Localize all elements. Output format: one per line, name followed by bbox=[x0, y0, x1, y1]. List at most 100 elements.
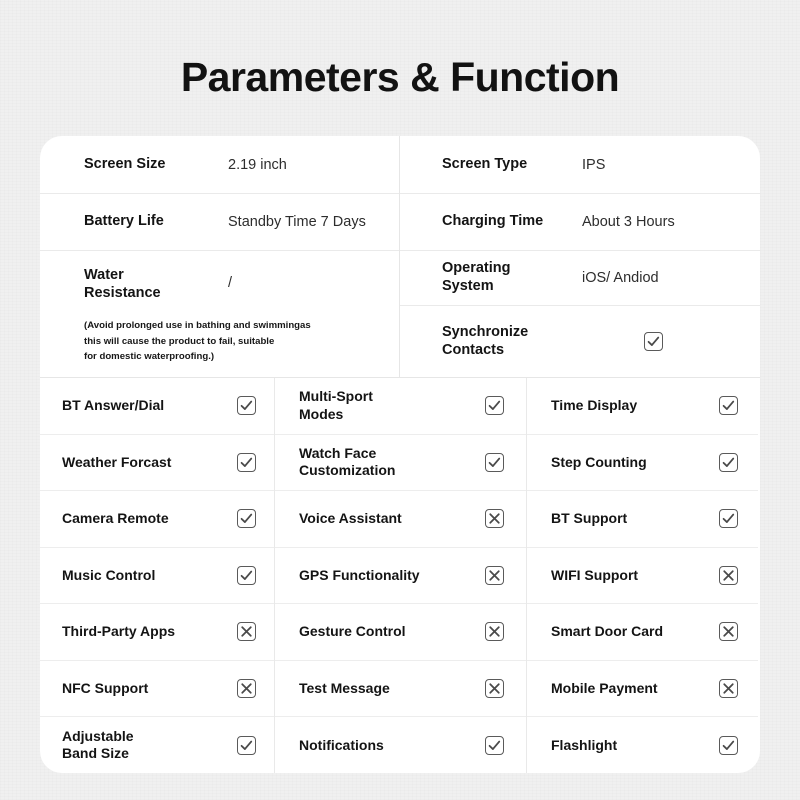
feature-row: Music Control bbox=[40, 548, 274, 604]
spec-row-charging-time: Charging Time About 3 Hours bbox=[400, 194, 760, 251]
feature-label: Weather Forcast bbox=[62, 453, 172, 470]
checkbox-crossed-icon[interactable] bbox=[237, 622, 256, 642]
features-column-2: Multi-Sport Modes Watch Face Customization V… bbox=[275, 378, 527, 773]
checkbox-checked-icon[interactable] bbox=[719, 452, 738, 472]
feature-row: NFC Support bbox=[40, 661, 274, 717]
feature-row: Test Message bbox=[275, 661, 526, 717]
feature-label-line2: Modes bbox=[299, 405, 344, 422]
checkbox-checked-icon[interactable] bbox=[237, 452, 256, 472]
checkbox-crossed-icon[interactable] bbox=[485, 622, 504, 642]
checkbox-crossed-icon[interactable] bbox=[485, 678, 504, 698]
feature-label: GPS Functionality bbox=[299, 566, 420, 583]
water-label-line2: Resistance bbox=[84, 284, 161, 301]
spec-value-screen-size: 2.19 inch bbox=[228, 156, 287, 173]
feature-label-line2: Customization bbox=[299, 462, 396, 479]
water-note-line1: (Avoid prolonged use in bathing and swim… bbox=[84, 320, 311, 332]
feature-row: Flashlight bbox=[527, 717, 758, 773]
spec-label-battery-life: Battery Life bbox=[84, 213, 164, 230]
checkbox-checked-icon[interactable] bbox=[644, 332, 663, 351]
spec-label-screen-size: Screen Size bbox=[84, 155, 166, 172]
checkbox-checked-icon[interactable] bbox=[485, 452, 504, 472]
spec-value-battery-life: Standby Time 7 Days bbox=[228, 214, 366, 230]
sync-label-line1: Synchronize bbox=[442, 323, 529, 340]
checkbox-crossed-icon[interactable] bbox=[719, 622, 738, 642]
spec-row-operating-system: Operating System iOS/ Andiod bbox=[400, 251, 760, 306]
checkbox-checked-icon[interactable] bbox=[237, 735, 256, 755]
checkbox-checked-icon[interactable] bbox=[237, 509, 256, 529]
page-title: Parameters & Function bbox=[180, 54, 620, 100]
feature-row: Notifications bbox=[275, 717, 526, 773]
checkbox-checked-icon[interactable] bbox=[485, 396, 504, 416]
feature-label: BT Support bbox=[551, 510, 628, 527]
water-resistance-note: (Avoid prolonged use in bathing and swim… bbox=[84, 318, 393, 365]
feature-label: Test Message bbox=[299, 679, 390, 696]
spec-row-screen-type: Screen Type IPS bbox=[400, 136, 760, 194]
feature-label: Mobile Payment bbox=[551, 679, 658, 696]
feature-label: Notifications bbox=[299, 736, 384, 753]
checkbox-crossed-icon[interactable] bbox=[719, 565, 738, 585]
feature-label-line1: Watch Face bbox=[299, 444, 377, 461]
sync-label-line2: Contacts bbox=[442, 341, 505, 358]
feature-label: WIFI Support bbox=[551, 566, 639, 583]
feature-row: Watch Face Customization bbox=[275, 435, 526, 491]
spec-row-screen-size: Screen Size 2.19 inch bbox=[40, 136, 399, 194]
spec-row-synchronize-contacts: Synchronize Contacts bbox=[400, 306, 760, 377]
checkbox-crossed-icon[interactable] bbox=[237, 678, 256, 698]
page-root: Parameters & Function Screen Size 2.19 i… bbox=[0, 0, 800, 800]
feature-row: Weather Forcast bbox=[40, 435, 274, 491]
specifications-section: Screen Size 2.19 inch Battery Life Stand… bbox=[40, 136, 760, 377]
feature-row: Voice Assistant bbox=[275, 491, 526, 548]
feature-row: Camera Remote bbox=[40, 491, 274, 548]
water-resistance-block: Water Resistance / (Avoid prolonged use … bbox=[84, 267, 393, 365]
features-column-1: BT Answer/Dial Weather Forcast Camera Remo… bbox=[40, 378, 275, 773]
feature-row: GPS Functionality bbox=[275, 548, 526, 604]
spec-value-water-resistance: / bbox=[228, 275, 233, 291]
checkbox-crossed-icon[interactable] bbox=[485, 509, 504, 529]
feature-row: Smart Door Card bbox=[527, 604, 758, 661]
spec-label-charging-time: Charging Time bbox=[442, 213, 544, 230]
checkbox-crossed-icon[interactable] bbox=[719, 678, 738, 698]
features-column-3: Time Display Step Counting BT Support WIFI … bbox=[527, 378, 758, 773]
specs-column-right: Screen Type IPS Charging Time About 3 Ho… bbox=[400, 136, 760, 377]
os-label-line1: Operating bbox=[442, 260, 511, 277]
feature-label: Adjustable Band Size bbox=[62, 728, 134, 763]
spec-card: Screen Size 2.19 inch Battery Life Stand… bbox=[40, 136, 760, 773]
feature-label: Third-Party Apps bbox=[62, 623, 176, 640]
feature-label: Watch Face Customization bbox=[299, 445, 395, 480]
spec-label-water-resistance: Water Resistance bbox=[84, 267, 202, 302]
spec-row-water-resistance: Water Resistance / (Avoid prolonged use … bbox=[40, 251, 399, 377]
checkbox-checked-icon[interactable] bbox=[485, 735, 504, 755]
checkbox-checked-icon[interactable] bbox=[719, 396, 738, 416]
spec-value-operating-system: iOS/ Andiod bbox=[582, 270, 659, 286]
feature-label: Camera Remote bbox=[62, 510, 169, 527]
checkbox-checked-icon[interactable] bbox=[237, 396, 256, 416]
water-label-line1: Water bbox=[84, 267, 124, 283]
checkbox-checked-icon[interactable] bbox=[719, 735, 738, 755]
feature-label: Voice Assistant bbox=[299, 510, 402, 527]
water-note-line3: for domestic waterproofing.) bbox=[84, 351, 215, 363]
feature-label-line1: Multi-Sport bbox=[299, 388, 373, 405]
feature-label: Smart Door Card bbox=[551, 623, 664, 640]
feature-label: Music Control bbox=[62, 566, 156, 583]
feature-label: BT Answer/Dial bbox=[62, 397, 165, 414]
feature-row: Gesture Control bbox=[275, 604, 526, 661]
spec-row-battery-life: Battery Life Standby Time 7 Days bbox=[40, 194, 399, 251]
feature-row: Mobile Payment bbox=[527, 661, 758, 717]
feature-row: BT Support bbox=[527, 491, 758, 548]
spec-label-synchronize-contacts: Synchronize Contacts bbox=[442, 324, 560, 359]
feature-label: NFC Support bbox=[62, 679, 149, 696]
water-resistance-header: Water Resistance / bbox=[84, 267, 393, 302]
os-label-line2: System bbox=[442, 278, 494, 294]
feature-row: Step Counting bbox=[527, 435, 758, 491]
checkbox-checked-icon[interactable] bbox=[719, 509, 738, 529]
feature-row: Third-Party Apps bbox=[40, 604, 274, 661]
checkbox-checked-icon[interactable] bbox=[237, 565, 256, 585]
checkbox-crossed-icon[interactable] bbox=[485, 565, 504, 585]
water-note-line2: this will cause the product to fail, sui… bbox=[84, 335, 275, 347]
feature-label: Multi-Sport Modes bbox=[299, 388, 373, 423]
feature-row: BT Answer/Dial bbox=[40, 378, 274, 435]
feature-row: Adjustable Band Size bbox=[40, 717, 274, 773]
feature-label: Time Display bbox=[551, 397, 638, 414]
features-section: BT Answer/Dial Weather Forcast Camera Remo… bbox=[40, 377, 760, 773]
feature-row: WIFI Support bbox=[527, 548, 758, 604]
